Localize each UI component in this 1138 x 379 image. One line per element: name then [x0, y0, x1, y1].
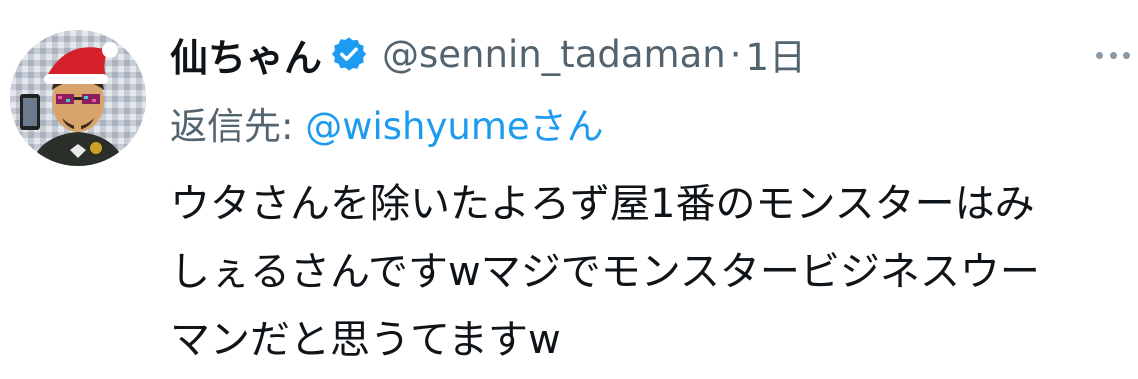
display-name[interactable]: 仙ちゃん: [170, 27, 322, 82]
avatar-image: [10, 30, 146, 166]
separator-dot: ·: [729, 32, 742, 76]
reply-suffix: さん: [529, 105, 604, 148]
reply-to-line: 返信先: @wishyumeさん: [170, 96, 604, 150]
tweet-text-line: マンだと思うてますw: [170, 317, 561, 363]
verified-badge-icon: [330, 35, 368, 73]
tweet-text-line: しぇるさんですwマジでモンスタービジネスウー: [170, 249, 1040, 295]
avatar[interactable]: [10, 30, 146, 166]
reply-handle-link[interactable]: @wishyume: [305, 105, 529, 148]
more-dot: [1123, 51, 1130, 59]
more-dot: [1109, 51, 1117, 59]
more-options-icon[interactable]: [1096, 38, 1130, 72]
tweet-text-line: ウタさんを除いたよろず屋1番のモンスターはみ: [170, 181, 1035, 227]
more-dot: [1096, 51, 1103, 59]
tweet[interactable]: 仙ちゃん @sennin_tadaman · 1日 返信先: @wishyume…: [0, 0, 1138, 379]
reply-prefix: 返信先:: [170, 105, 306, 148]
tweet-header: 仙ちゃん @sennin_tadaman · 1日: [170, 28, 806, 80]
tweet-text: ウタさんを除いたよろず屋1番のモンスターはみ しぇるさんですwマジでモンスタービ…: [170, 170, 1130, 374]
user-handle[interactable]: @sennin_tadaman: [382, 33, 726, 76]
timestamp[interactable]: 1日: [745, 27, 806, 81]
